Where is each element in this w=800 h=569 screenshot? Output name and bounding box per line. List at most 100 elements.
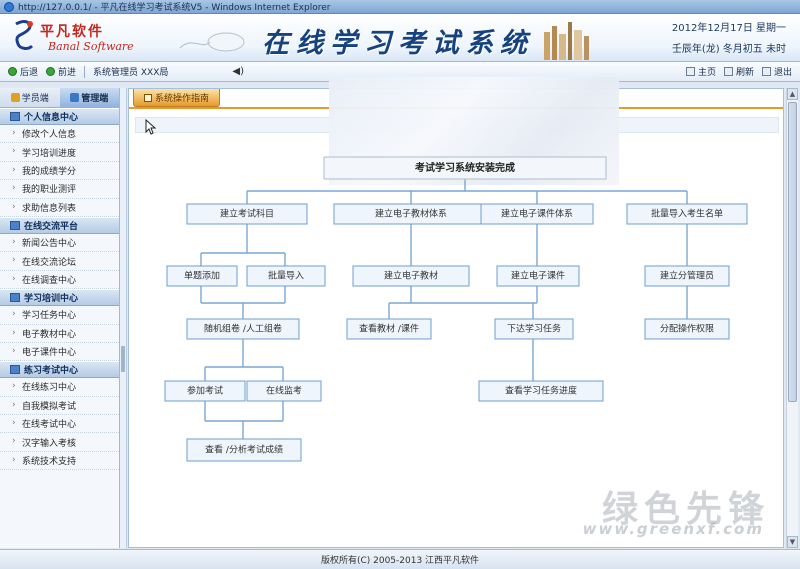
refresh-icon	[723, 67, 733, 76]
tab-student-label: 学员端	[21, 94, 49, 104]
flow-node-install-complete: 考试学习系统安装完成	[323, 156, 607, 180]
scrollbar-thumb[interactable]	[788, 102, 797, 402]
current-user-label: 系统管理员 XXX局	[93, 68, 169, 78]
flow-text: 建立分管理员	[660, 270, 714, 282]
mouse-decoration-icon	[179, 32, 245, 52]
header-banner: 平凡软件 Banal Software 在线学习考试系统 2012年12月17日…	[0, 14, 800, 62]
sidebar-item-typing-test[interactable]: 汉字输入考核	[0, 433, 119, 452]
books-decoration-icon	[544, 22, 589, 60]
flow-node-material-system: 建立电子教材体系	[333, 203, 489, 225]
sidebar-item-edit-profile[interactable]: 修改个人信息	[0, 125, 119, 144]
chat-icon	[10, 220, 20, 230]
guide-icon	[144, 93, 152, 102]
back-label: 后退	[20, 68, 39, 78]
scroll-down-icon[interactable]: ▼	[787, 536, 798, 548]
flow-text: 查看 /分析考试成绩	[205, 444, 283, 456]
sidebar-item-online-exam[interactable]: 在线考试中心	[0, 415, 119, 434]
flow-text: 建立电子课件体系	[501, 208, 573, 220]
home-button[interactable]: 主页	[685, 65, 716, 78]
logout-icon	[761, 67, 771, 76]
sidebar-item-mock-exam[interactable]: 自我模拟考试	[0, 397, 119, 416]
toolbar-divider	[84, 65, 86, 78]
flow-text: 建立电子教材体系	[375, 208, 447, 220]
sidebar-item-my-scores[interactable]: 我的成绩学分	[0, 162, 119, 181]
back-button[interactable]: 后退	[8, 65, 38, 78]
group-title: 在线交流平台	[24, 221, 79, 232]
tab-student[interactable]: 学员端	[0, 88, 60, 107]
flow-text: 分配操作权限	[660, 323, 714, 335]
flow-node-analyze-scores: 查看 /分析考试成绩	[186, 438, 302, 462]
back-icon	[8, 67, 17, 76]
flow-text: 下达学习任务	[507, 323, 561, 335]
date-lunar: 壬辰年(龙) 冬月初五 未时	[671, 44, 786, 55]
system-title: 在线学习考试系统	[262, 28, 534, 59]
sidebar-item-tasks[interactable]: 学习任务中心	[0, 306, 119, 325]
sidebar-item-tech-support[interactable]: 系统技术支持	[0, 452, 119, 471]
sidebar-item-survey[interactable]: 在线调查中心	[0, 271, 119, 290]
watermark-text-en: www.greenxf.com	[582, 520, 764, 538]
flow-text: 考试学习系统安装完成	[415, 161, 515, 174]
window-title: http://127.0.0.1/ - 平凡在线学习考试系统V5 - Windo…	[18, 3, 331, 13]
forward-label: 前进	[58, 68, 77, 78]
sidebar-item-news[interactable]: 新闻公告中心	[0, 234, 119, 253]
logout-label: 退出	[773, 68, 792, 78]
sidebar-item-materials[interactable]: 电子教材中心	[0, 325, 119, 343]
main-content: 系统操作指南 考试学习系统安装完成 建立考试科目 建立电子教材体系 建立电子课件…	[128, 77, 784, 548]
sidebar-group-exam[interactable]: 练习考试中心	[0, 361, 119, 379]
sidebar: 学员端 管理端 个人信息中心 修改个人信息 学习培训进度 我的成绩学分 我的职业…	[0, 88, 120, 548]
sidebar-group-training[interactable]: 学习培训中心	[0, 289, 119, 307]
tab-operation-guide[interactable]: 系统操作指南	[133, 89, 221, 107]
refresh-button[interactable]: 刷新	[723, 65, 754, 78]
scroll-up-icon[interactable]: ▲	[787, 88, 798, 100]
flow-text: 批量导入	[268, 270, 304, 282]
flow-text: 查看教材 /课件	[359, 323, 419, 335]
sidebar-item-practice[interactable]: 在线练习中心	[0, 378, 119, 397]
logo-text-cn: 平凡软件	[40, 24, 104, 40]
logo-mark-icon	[15, 20, 34, 50]
sidebar-item-study-progress[interactable]: 学习培训进度	[0, 143, 119, 162]
group-title: 练习考试中心	[24, 366, 79, 377]
home-icon	[685, 67, 695, 76]
window-title-bar: http://127.0.0.1/ - 平凡在线学习考试系统V5 - Windo…	[0, 0, 800, 14]
sidebar-item-help-list[interactable]: 求助信息列表	[0, 199, 119, 217]
logo: 平凡软件 Banal Software	[10, 18, 134, 58]
copyright-text: 版权所有(C) 2005-2013 江西平凡软件	[320, 556, 480, 566]
sidebar-item-courseware[interactable]: 电子课件中心	[0, 343, 119, 362]
flow-text: 参加考试	[187, 385, 223, 397]
tab-admin[interactable]: 管理端	[59, 88, 119, 107]
flow-node-import-candidates: 批量导入考生名单	[626, 203, 748, 225]
flow-text: 建立电子教材	[384, 270, 438, 282]
sidebar-item-career-test[interactable]: 我的职业测评	[0, 180, 119, 199]
flow-node-online-monitor: 在线监考	[246, 380, 322, 402]
forward-button[interactable]: 前进	[46, 65, 76, 78]
flow-text: 随机组卷 /人工组卷	[204, 323, 282, 335]
flow-text: 建立考试科目	[220, 208, 274, 220]
toolbar-right: 主页 刷新 退出	[678, 65, 792, 78]
flow-node-assign-task: 下达学习任务	[494, 318, 574, 340]
splitter-grip[interactable]	[121, 346, 125, 372]
flow-node-create-course: 建立电子课件	[496, 265, 580, 287]
flow-node-task-progress: 查看学习任务进度	[478, 380, 604, 402]
flow-text: 单题添加	[184, 270, 220, 282]
sidebar-item-forum[interactable]: 在线交流论坛	[0, 252, 119, 271]
ie-icon	[4, 1, 14, 12]
sidebar-group-personal[interactable]: 个人信息中心	[0, 108, 119, 125]
footer: 版权所有(C) 2005-2013 江西平凡软件	[0, 549, 800, 569]
student-icon	[10, 93, 20, 102]
flow-text: 建立电子课件	[511, 270, 565, 282]
admin-icon	[70, 93, 80, 102]
sidebar-group-communication[interactable]: 在线交流平台	[0, 216, 119, 234]
group-title: 个人信息中心	[24, 113, 79, 123]
flow-text: 在线监考	[266, 385, 302, 397]
home-label: 主页	[697, 68, 716, 78]
logout-button[interactable]: 退出	[761, 65, 792, 78]
speaker-icon[interactable]: ◀)	[232, 66, 244, 77]
flow-node-course-system: 建立电子课件体系	[480, 203, 594, 225]
vertical-scrollbar[interactable]: ▲ ▼	[786, 88, 798, 548]
watermark: 绿色先锋 www.greenxf.com	[560, 480, 770, 540]
flow-node-view-material: 查看教材 /课件	[346, 318, 432, 340]
flow-node-create-subject: 建立考试科目	[186, 203, 308, 225]
group-title: 学习培训中心	[24, 294, 79, 305]
flow-node-assign-permission: 分配操作权限	[644, 318, 730, 340]
sidebar-splitter[interactable]	[120, 88, 127, 548]
